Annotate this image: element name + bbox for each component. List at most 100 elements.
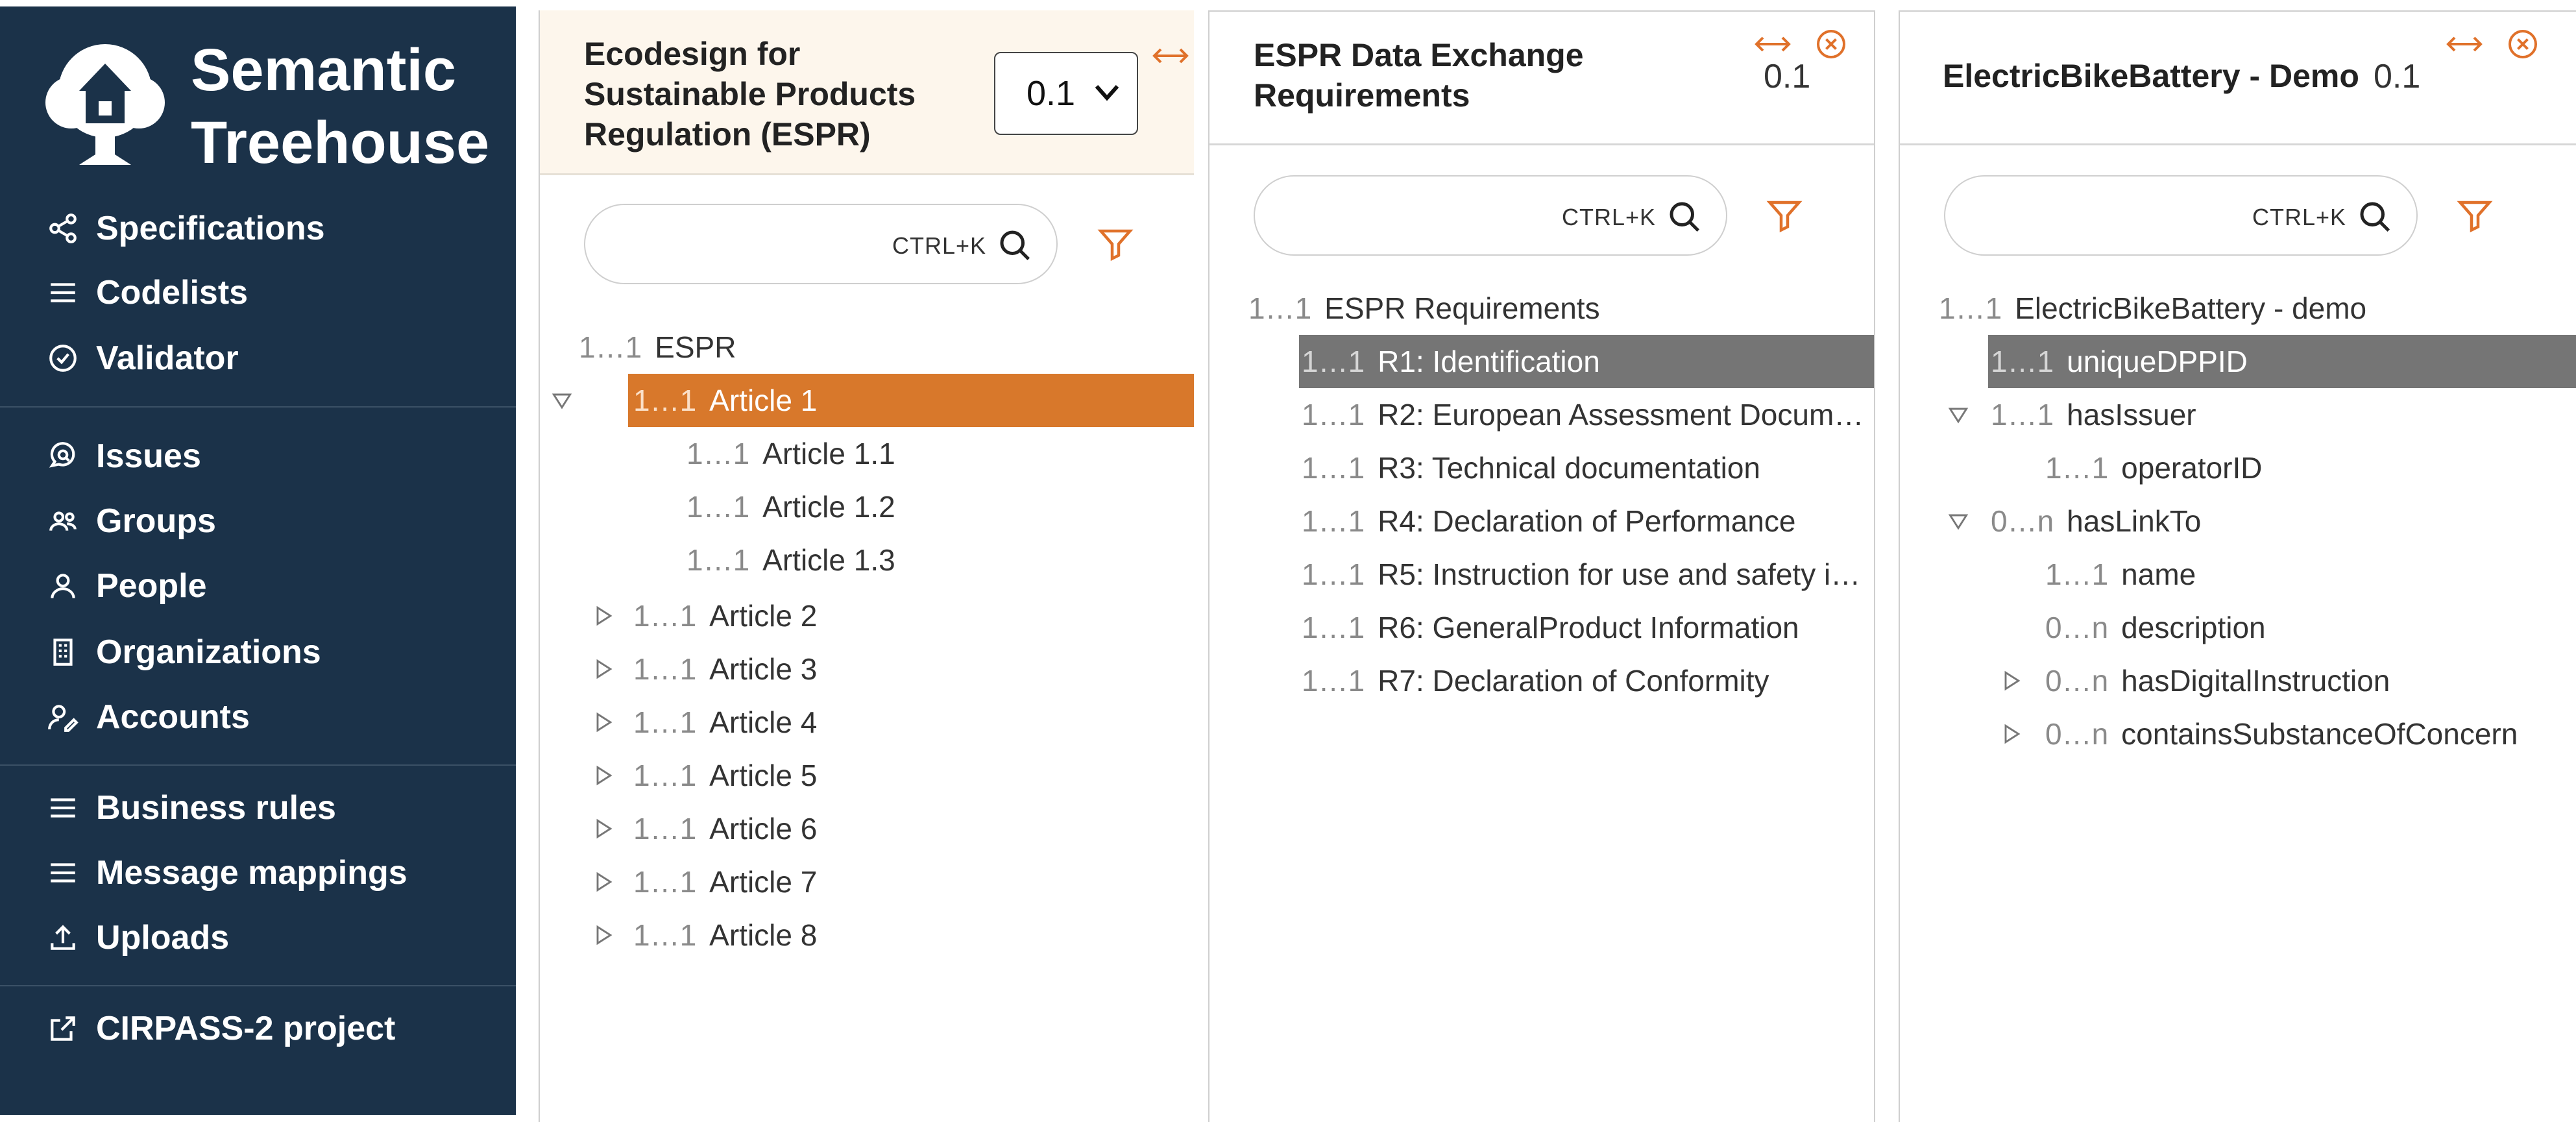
nav-cirpass-2-project[interactable]: CIRPASS-2 project	[44, 1006, 498, 1051]
app-root: Semantic Treehouse Specifications Codeli…	[0, 0, 2576, 1122]
tree-node[interactable]: 1…1 hasIssuer	[1947, 388, 2196, 441]
panel-espr-requirements: ESPR Data Exchange Requirements 0.1 CTRL…	[1208, 10, 1875, 1122]
nav-specifications[interactable]: Specifications	[44, 206, 498, 251]
node-label: containsSubstanceOfConcern	[2121, 717, 2518, 751]
tree-node[interactable]: 1…1 Article 4	[592, 696, 817, 749]
tree-node-selected[interactable]: 1…1 R1: Identification	[1299, 335, 1874, 388]
expand-triangle-open-icon[interactable]	[1947, 509, 1970, 533]
tree-node[interactable]: 1…1 Article 1.3	[687, 533, 895, 587]
node-label: name	[2121, 557, 2196, 591]
tree-node[interactable]: 1…1 R5: Instruction for use and safety i…	[1302, 548, 1870, 601]
nav-label: Specifications	[96, 210, 325, 247]
tree-node[interactable]: 1…1 ESPR Requirements	[1248, 282, 1600, 335]
cardinality: 1…1	[1302, 664, 1365, 698]
nav-label: Codelists	[96, 274, 249, 311]
nav-business-rules[interactable]: Business rules	[44, 785, 498, 831]
search-input[interactable]: CTRL+K	[1944, 175, 2418, 256]
tree-node[interactable]: 1…1 Article 7	[592, 855, 817, 909]
nav-accounts[interactable]: Accounts	[44, 694, 498, 740]
resize-horizontal-icon[interactable]	[2445, 25, 2484, 64]
tree-node[interactable]: 1…1 Article 8	[592, 909, 817, 962]
tree-node[interactable]: 1…1 Article 1.1	[687, 427, 895, 480]
panel-title: ESPR Data Exchange Requirements	[1254, 35, 1643, 116]
tree-node[interactable]: 1…1 ElectricBikeBattery - demo	[1939, 282, 2366, 335]
expand-triangle-closed-icon[interactable]	[592, 923, 615, 947]
nav-label: Organizations	[96, 633, 321, 671]
tree-node[interactable]: 0…n hasLinkTo	[1947, 494, 2201, 548]
nav-label: Accounts	[96, 698, 250, 736]
cardinality: 1…1	[1991, 398, 2054, 432]
tree-node[interactable]: 1…1 name	[2045, 548, 2196, 601]
nav-label: People	[96, 567, 207, 605]
tree-node-selected[interactable]: 1…1 uniqueDPPID	[1988, 335, 2576, 388]
tree-node[interactable]: 1…1 Article 2	[592, 589, 817, 642]
filter-icon[interactable]	[2455, 196, 2494, 235]
nav-validator[interactable]: Validator	[44, 335, 498, 381]
filter-icon[interactable]	[1096, 225, 1135, 263]
tree-node[interactable]: 1…1 R3: Technical documentation	[1302, 441, 1760, 494]
brand-line-2: Treehouse	[191, 110, 490, 176]
tree-node[interactable]: 1…1 R2: European Assessment Docum…	[1302, 388, 1870, 441]
tree-node[interactable]: 1…1 Article 3	[592, 642, 817, 696]
expand-triangle-closed-icon[interactable]	[592, 657, 615, 681]
close-icon[interactable]	[2503, 25, 2542, 64]
resize-horizontal-icon[interactable]	[1753, 25, 1792, 64]
share-icon	[44, 210, 82, 247]
person-icon	[44, 567, 82, 605]
nav-groups[interactable]: Groups	[44, 498, 498, 544]
tree-node[interactable]: 1…1 operatorID	[2045, 441, 2263, 494]
brand[interactable]: Semantic Treehouse	[40, 34, 494, 177]
expand-triangle-closed-icon[interactable]	[592, 764, 615, 787]
expand-triangle-open-icon[interactable]	[550, 389, 574, 412]
expand-triangle-closed-icon[interactable]	[592, 870, 615, 894]
nav-codelists[interactable]: Codelists	[44, 270, 498, 315]
expand-triangle-closed-icon[interactable]	[592, 604, 615, 628]
tree-node[interactable]: 1…1 R6: GeneralProduct Information	[1302, 601, 1799, 654]
nav-uploads[interactable]: Uploads	[44, 915, 498, 960]
expand-triangle-open-icon[interactable]	[1947, 403, 1970, 426]
sidebar-divider	[0, 406, 516, 408]
expand-triangle-closed-icon[interactable]	[2000, 722, 2023, 746]
nav-people[interactable]: People	[44, 563, 498, 609]
search-input[interactable]: CTRL+K	[584, 204, 1058, 284]
cardinality: 1…1	[1302, 451, 1365, 485]
tree-node[interactable]: 0…n containsSubstanceOfConcern	[2000, 707, 2518, 761]
version-select[interactable]: 0.1	[994, 52, 1138, 135]
brand-name: Semantic Treehouse	[191, 34, 489, 179]
check-circle-icon	[44, 339, 82, 377]
cardinality: 1…1	[579, 330, 642, 364]
tree-node[interactable]: 1…1 Article 5	[592, 749, 817, 802]
tree-node[interactable]: 0…n description	[2045, 601, 2266, 654]
nav-label: Business rules	[96, 789, 336, 827]
close-icon[interactable]	[1812, 25, 1851, 64]
tree-node[interactable]: 1…1 R4: Declaration of Performance	[1302, 494, 1795, 548]
nav-issues[interactable]: Issues	[44, 433, 498, 479]
node-label: ESPR	[655, 330, 736, 364]
cardinality: 0…n	[2045, 611, 2109, 644]
expand-triangle-closed-icon[interactable]	[592, 817, 615, 840]
search-shortcut-hint: CTRL+K	[892, 232, 986, 259]
node-label: ElectricBikeBattery - demo	[2015, 291, 2367, 325]
node-label: R1: Identification	[1378, 345, 1600, 378]
tree-node[interactable]: 1…1 ESPR	[579, 321, 736, 374]
resize-horizontal-icon[interactable]	[1151, 36, 1190, 75]
filter-icon[interactable]	[1765, 196, 1804, 235]
expand-triangle-closed-icon[interactable]	[2000, 669, 2023, 692]
search-input[interactable]: CTRL+K	[1254, 175, 1727, 256]
cardinality: 1…1	[1302, 557, 1365, 591]
nav-message-mappings[interactable]: Message mappings	[44, 850, 498, 896]
tree-node[interactable]: 1…1 Article 6	[592, 802, 817, 855]
nav-organizations[interactable]: Organizations	[44, 629, 498, 675]
external-link-icon	[44, 1010, 82, 1047]
node-label: Article 4	[709, 705, 818, 739]
tree-node[interactable]: 0…n hasDigitalInstruction	[2000, 654, 2390, 707]
tree-node[interactable]: 1…1 Article 1.2	[687, 480, 895, 533]
expand-triangle-closed-icon[interactable]	[592, 711, 615, 734]
chevron-down-icon	[1095, 85, 1119, 101]
tree-node-selected[interactable]: 1…1 Article 1	[628, 374, 1194, 427]
node-label: Article 7	[709, 865, 818, 899]
sidebar-divider	[0, 764, 516, 766]
panel-header: ElectricBikeBattery - Demo 0.1	[1900, 12, 2576, 145]
tree-node[interactable]: 1…1 R7: Declaration of Conformity	[1302, 654, 1769, 707]
panel-title: ElectricBikeBattery - Demo	[1943, 58, 2359, 94]
